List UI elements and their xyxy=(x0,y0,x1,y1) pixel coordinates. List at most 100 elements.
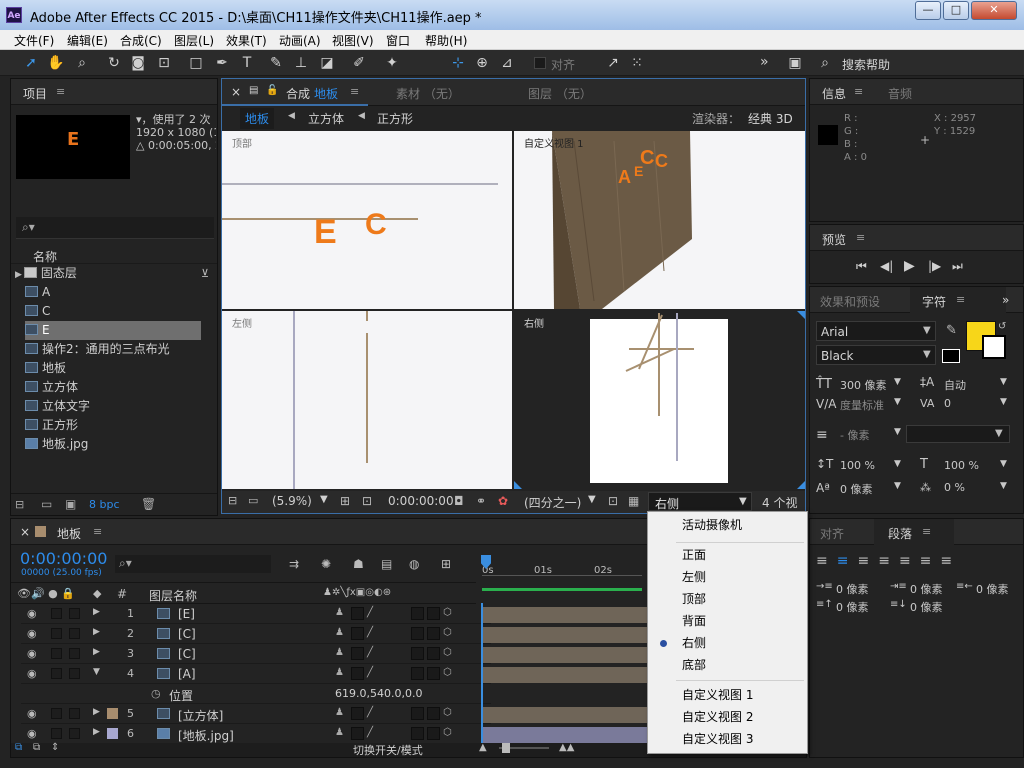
shy-icon[interactable]: ♟ xyxy=(335,707,344,718)
character-tab[interactable]: 字符 xyxy=(922,293,946,310)
viewport-custom-1[interactable]: A E C C 自定义视图 1 xyxy=(514,131,805,309)
expand-time-icon[interactable]: ⇕ xyxy=(51,742,59,753)
layer-name[interactable]: [E] xyxy=(178,607,195,621)
chevron-down-icon[interactable]: ▼ xyxy=(894,459,901,469)
visibility-icon[interactable]: ◉ xyxy=(27,667,37,680)
visibility-icon[interactable]: ◉ xyxy=(27,727,37,740)
layer-name[interactable]: [C] xyxy=(178,647,196,661)
search-help-icon[interactable]: ⌕ xyxy=(815,53,835,73)
kerning-value[interactable]: 度量标准 xyxy=(840,397,884,413)
bit-depth-button[interactable]: 8 bpc xyxy=(89,498,120,511)
panel-menu-icon[interactable]: ≡ xyxy=(856,231,865,244)
align-right-icon[interactable]: ≡ xyxy=(857,553,878,569)
view-option-front[interactable]: 正面 xyxy=(648,544,807,566)
pan-behind-tool-icon[interactable]: ⊡ xyxy=(154,53,174,73)
font-style-select[interactable]: Black ▼ xyxy=(816,345,936,365)
expand-arrow-icon[interactable]: ▶ xyxy=(93,647,100,657)
solo-toggle[interactable] xyxy=(51,628,62,639)
switch-box[interactable] xyxy=(411,647,424,660)
stopwatch-icon[interactable]: ◷ xyxy=(151,687,161,700)
composition-tab-name[interactable]: 地板 xyxy=(314,85,338,102)
view-option-top[interactable]: 顶部 xyxy=(648,588,807,610)
project-item-lighting[interactable]: 操作2：通用的三点布光 xyxy=(25,340,215,359)
project-item-e[interactable]: E xyxy=(25,321,201,340)
shy-icon[interactable]: ♟ xyxy=(335,607,344,618)
chevron-down-icon[interactable]: ▼ xyxy=(1000,377,1007,387)
effects-presets-tab[interactable]: 效果和预设 xyxy=(820,293,880,310)
font-family-select[interactable]: Arial ▼ xyxy=(816,321,936,341)
zoom-slider-handle[interactable] xyxy=(502,743,510,753)
solo-toggle[interactable] xyxy=(51,608,62,619)
breadcrumb-cube[interactable]: 立方体 xyxy=(308,110,344,127)
layer-tab[interactable]: 图层 （无） xyxy=(528,85,592,102)
close-tab-icon[interactable]: × xyxy=(20,525,30,539)
3d-layer-icon[interactable]: ⬡ xyxy=(443,727,452,738)
collapse-arrow-icon[interactable]: ▼ xyxy=(93,667,100,677)
stroke-type-select[interactable]: ▼ xyxy=(906,425,1010,443)
menu-effect[interactable]: 效果(T) xyxy=(226,32,267,49)
3d-layer-icon[interactable]: ⬡ xyxy=(443,607,452,618)
search-help-field[interactable]: 搜索帮助 xyxy=(842,56,890,73)
label-color-icon[interactable] xyxy=(107,708,118,719)
toolbar-more-button[interactable]: » xyxy=(760,54,769,70)
roto-brush-tool-icon[interactable]: ✐ xyxy=(349,53,369,73)
menu-window[interactable]: 窗口 xyxy=(386,32,410,49)
tracking-value[interactable]: 0 xyxy=(944,397,951,410)
switch-box[interactable] xyxy=(351,647,364,660)
motion-blur-icon[interactable]: ◍ xyxy=(409,557,419,571)
view-option-custom-3[interactable]: 自定义视图 3 xyxy=(648,728,807,750)
shy-icon[interactable]: ♟ xyxy=(335,727,344,738)
timeline-layer-row[interactable]: ◉ ▶ 1 [E] ♟ ╱ ⬡ xyxy=(21,604,491,624)
rotate-tool-icon[interactable]: ↻ xyxy=(104,53,124,73)
solo-toggle[interactable] xyxy=(51,728,62,739)
view-option-right[interactable]: 右侧 xyxy=(648,632,807,654)
chevron-down-icon[interactable]: ▼ xyxy=(1000,459,1007,469)
snapshot-icon[interactable]: ◘ xyxy=(454,494,464,508)
project-item-folder[interactable]: ▶ 固态层 xyxy=(11,264,201,283)
layer-duration-bar[interactable] xyxy=(482,727,652,743)
indent-right-value[interactable]: 0 像素 xyxy=(910,581,943,597)
comp-flowchart-icon[interactable]: ⇉ xyxy=(289,557,299,571)
solo-toggle[interactable] xyxy=(51,668,62,679)
unlock-icon[interactable]: 🔓 xyxy=(266,85,278,96)
indent-left-value[interactable]: 0 像素 xyxy=(836,581,869,597)
minimize-button[interactable]: — xyxy=(915,1,941,20)
expand-arrow-icon[interactable]: ▶ xyxy=(93,707,100,717)
layer-name[interactable]: [立方体] xyxy=(178,707,223,724)
type-tool-icon[interactable]: T xyxy=(237,53,257,73)
switch-box[interactable] xyxy=(427,607,440,620)
align-left-icon[interactable]: ≡ xyxy=(816,553,837,569)
mask-visibility-icon[interactable]: ⊡ xyxy=(362,494,372,508)
maximize-button[interactable]: □ xyxy=(943,1,969,20)
3d-layer-icon[interactable]: ⬡ xyxy=(443,647,452,658)
project-search[interactable]: ⌕▾ xyxy=(16,217,214,239)
baseline-shift-value[interactable]: 0 像素 xyxy=(840,481,873,497)
breadcrumb-floor[interactable]: 地板 xyxy=(240,108,275,129)
clone-stamp-tool-icon[interactable]: ⊥ xyxy=(291,53,311,73)
project-item-c[interactable]: C xyxy=(25,302,215,321)
paragraph-tab[interactable]: 段落 xyxy=(888,525,912,542)
justify-last-right-icon[interactable]: ≡ xyxy=(920,553,941,569)
switch-box[interactable] xyxy=(427,647,440,660)
close-button[interactable]: ✕ xyxy=(971,1,1017,20)
project-tab[interactable]: 项目 xyxy=(23,85,47,102)
viewport-left[interactable]: 左侧 xyxy=(222,311,512,489)
lock-toggle[interactable] xyxy=(69,648,80,659)
play-icon[interactable]: ▶ xyxy=(904,258,915,274)
panel-menu-icon[interactable]: ≡ xyxy=(956,293,965,306)
panel-menu-icon[interactable]: ≡ xyxy=(350,85,359,98)
switch-box[interactable] xyxy=(427,727,440,740)
breadcrumb-square[interactable]: 正方形 xyxy=(377,110,413,127)
pen-tool-icon[interactable]: ✒ xyxy=(212,53,232,73)
align-center-icon[interactable]: ≡ xyxy=(837,553,858,569)
justify-last-center-icon[interactable]: ≡ xyxy=(899,553,920,569)
project-item-cube[interactable]: 立方体 xyxy=(25,378,215,397)
menu-animation[interactable]: 动画(A) xyxy=(279,32,321,49)
show-snapshot-icon[interactable]: ⚭ xyxy=(476,494,486,508)
always-preview-icon[interactable]: ⊟ xyxy=(228,494,237,507)
swap-colors-icon[interactable]: ↺ xyxy=(998,321,1006,332)
expand-arrow-icon[interactable]: ▶ xyxy=(15,270,22,280)
last-frame-icon[interactable]: ⏭ xyxy=(952,259,963,274)
footage-tab[interactable]: 素材 （无） xyxy=(396,85,460,102)
first-line-indent-value[interactable]: 0 像素 xyxy=(976,581,1009,597)
